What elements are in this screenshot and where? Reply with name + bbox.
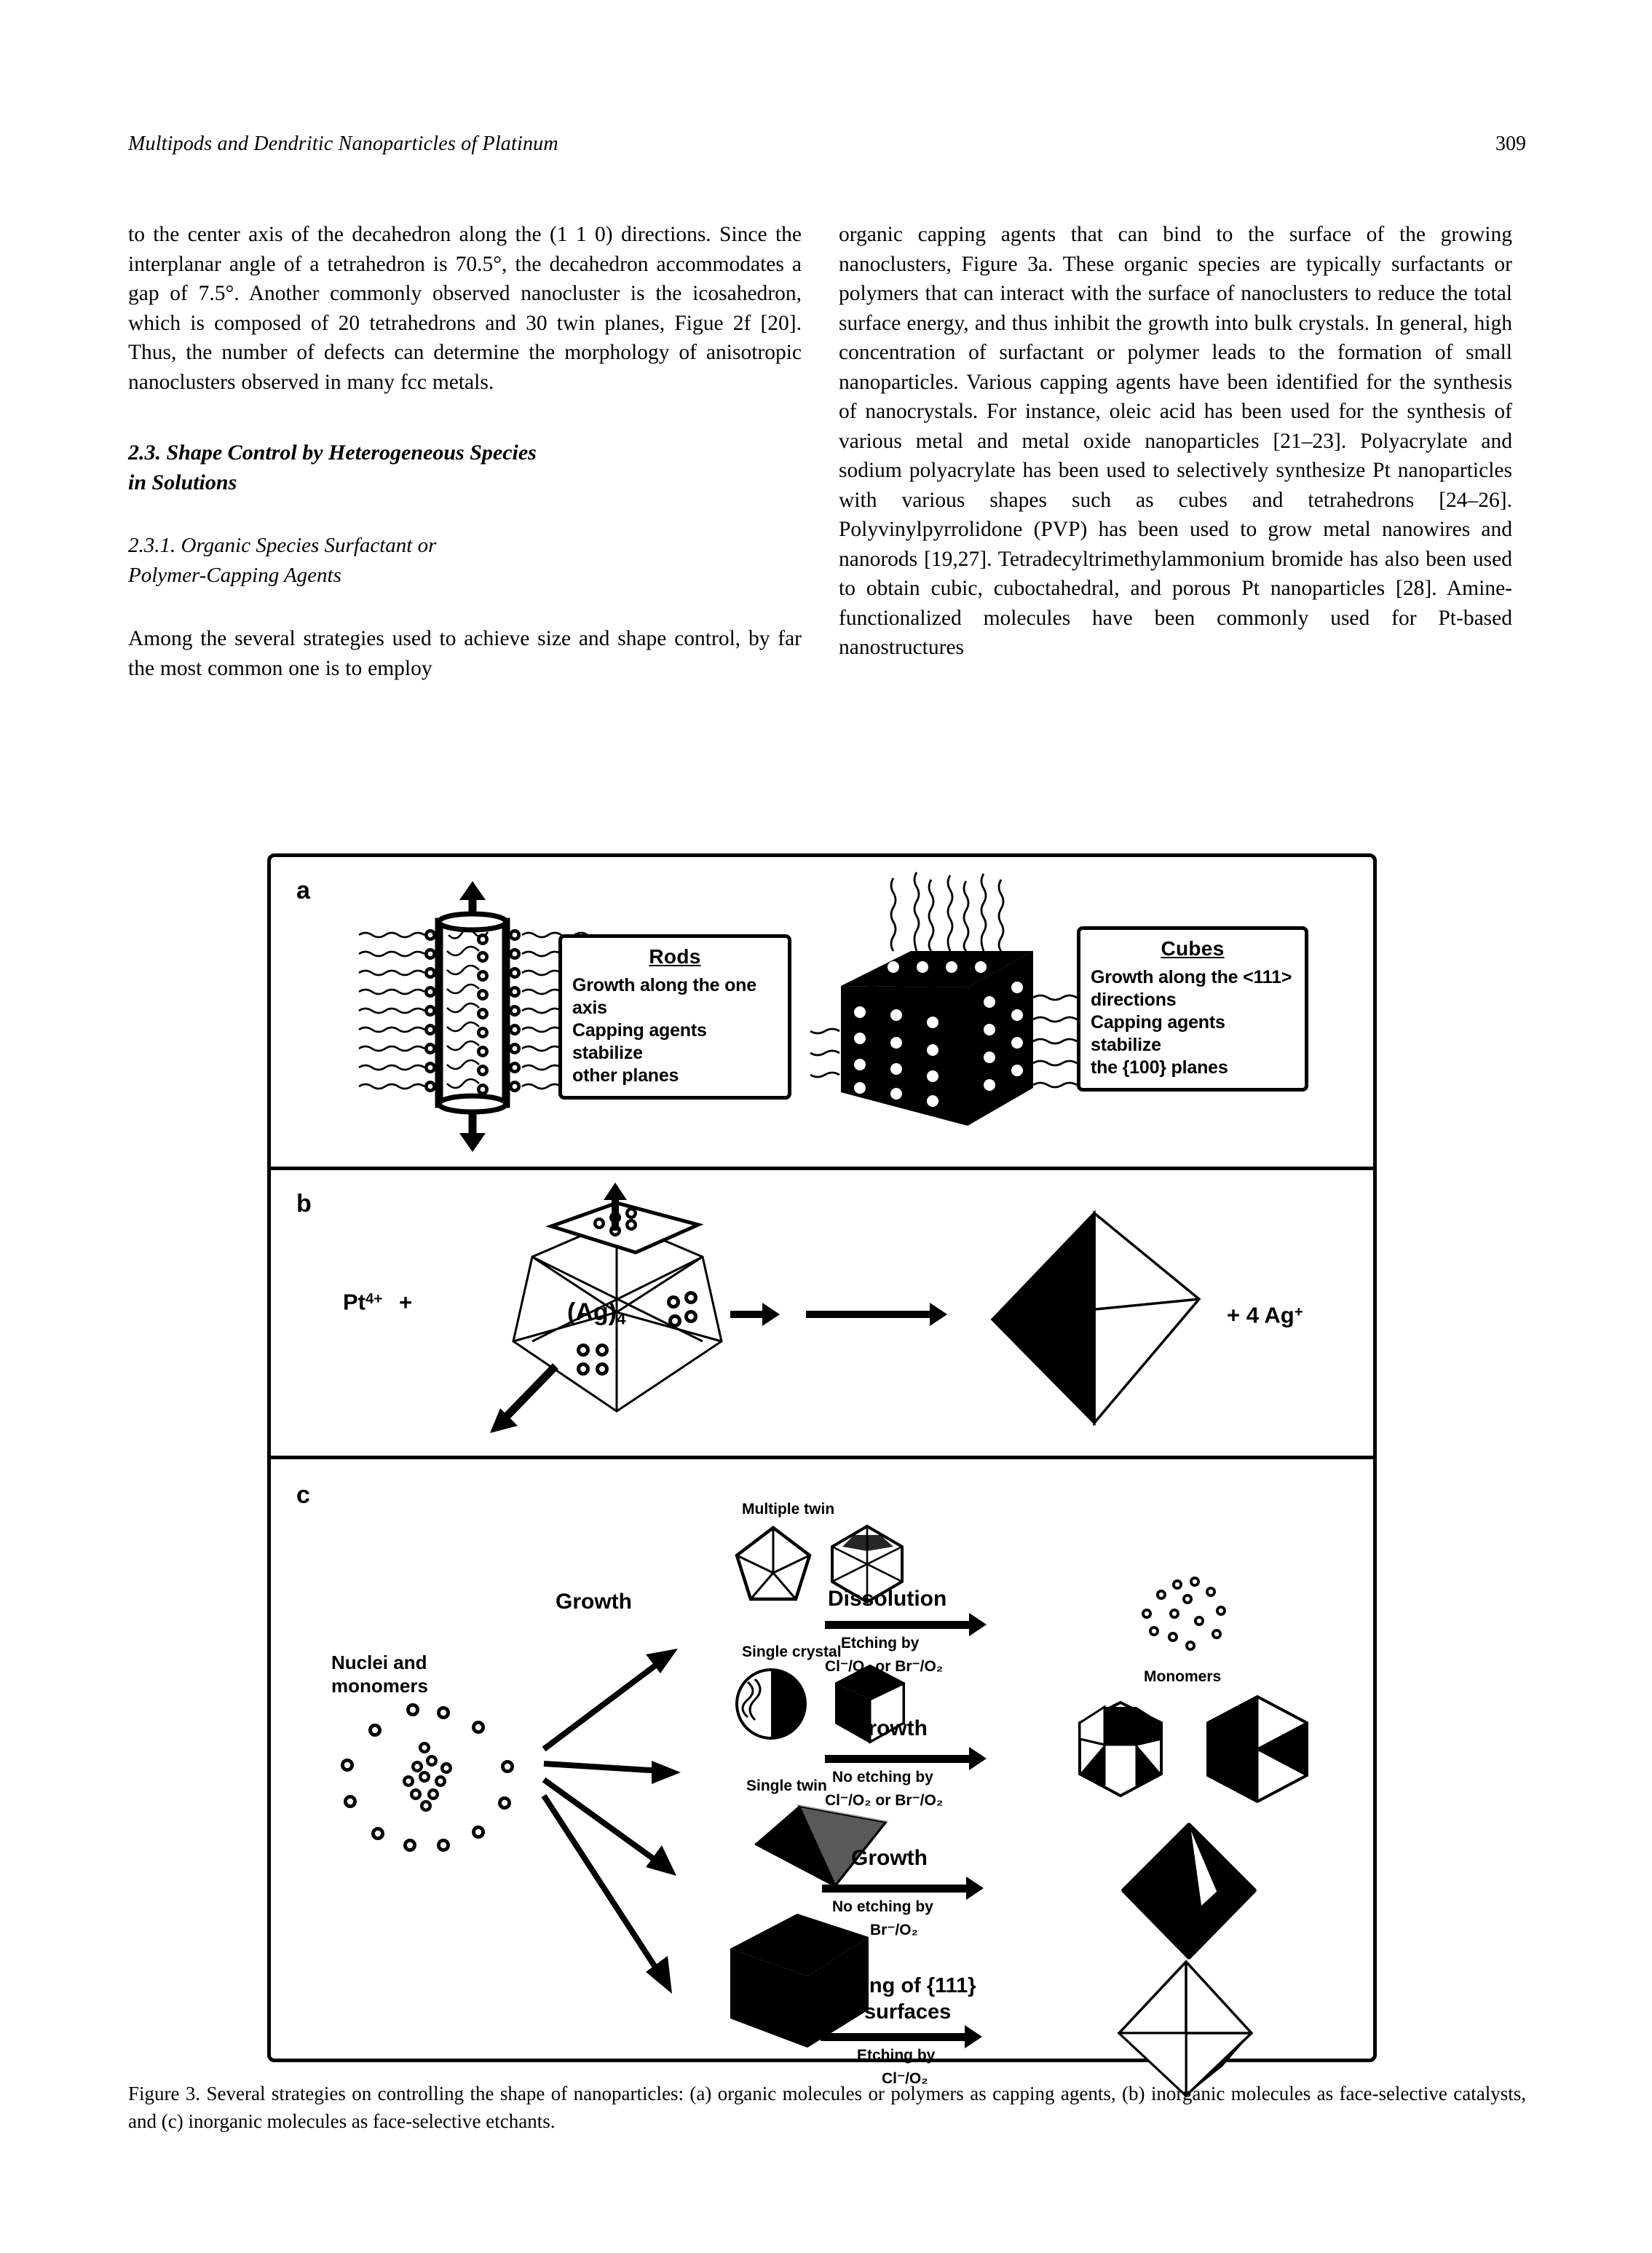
route-2-product-cuboctahedron: [1078, 1700, 1163, 1798]
route-1-above-label: Dissolution: [828, 1587, 947, 1611]
route-2-below-label-line2: Cl⁻/O₂ or Br⁻/O₂: [825, 1792, 944, 1809]
nanocube-illustration: [810, 872, 1078, 1126]
route-1-below-label-line2: Cl⁻/O₂ or Br⁻/O₂: [825, 1658, 944, 1675]
left-text-column: to the center axis of the decahedron alo…: [128, 220, 802, 683]
panel-b-product-charge: +: [1294, 1303, 1303, 1320]
left-paragraph-2: Among the several strategies used to ach…: [128, 627, 802, 680]
route-3-below-label-line1: No etching by: [832, 1898, 933, 1915]
panel-b-reactant-symbol: Pt: [343, 1289, 365, 1315]
panel-c-growth-arrow-label: Growth: [556, 1590, 632, 1614]
route-1-below-label-line1: Etching by: [841, 1635, 920, 1652]
panel-b-down-left-arrow: [490, 1363, 558, 1433]
running-head-title: Multipods and Dendritic Nanoparticles of…: [128, 133, 558, 155]
route-4-above-label-line2: surfaces: [864, 2000, 952, 2024]
route-3-below-label-line2: Br⁻/O₂: [870, 1922, 918, 1938]
figure-3: a Rods Growth along the one axis Capping…: [267, 853, 1377, 2098]
cubes-callout-line-2: directions: [1091, 990, 1177, 1010]
route-4-below-label-line1: Etching by: [857, 2047, 936, 2064]
panel-b-up-arrow: [604, 1183, 627, 1231]
nanorod-illustration: [358, 881, 588, 1152]
rods-callout-line-1: Growth along the one axis: [572, 975, 756, 1018]
panel-divider-a-b: [267, 1167, 1377, 1170]
panel-b-silver-cluster-formula: (Ag): [567, 1298, 617, 1326]
running-head: Multipods and Dendritic Nanoparticles of…: [128, 133, 1526, 162]
panel-c-source-label-line1: Nuclei and: [331, 1652, 427, 1673]
right-paragraph-1: organic capping agents that can bind to …: [839, 223, 1512, 659]
panel-b-product-formula: + 4 Ag: [1227, 1302, 1295, 1328]
panel-b-plus-sign: +: [398, 1289, 413, 1315]
route-3-arrow: [822, 1877, 984, 1900]
cubes-callout-title: Cubes: [1161, 937, 1225, 960]
route-2-below-label-line1: No etching by: [832, 1769, 933, 1786]
single-crystal-sphere-shape: [735, 1668, 807, 1740]
route-2-arrow: [825, 1747, 987, 1770]
panel-c-source-label-line2: monomers: [331, 1675, 428, 1697]
cubes-callout: Cubes Growth along the <111> directions …: [1077, 926, 1308, 1092]
panel-b-reactant-charge: 4+: [365, 1290, 383, 1307]
route-1-product-label: Monomers: [1144, 1668, 1222, 1685]
rods-callout: Rods Growth along the one axis Capping a…: [558, 934, 791, 1100]
section-heading-2-3-line1: 2.3. Shape Control by Heterogeneous Spec…: [128, 441, 537, 465]
branch-title-multiple-twin: Multiple twin: [742, 1501, 835, 1518]
cubes-callout-line-4: the {100} planes: [1091, 1057, 1228, 1078]
route-2-above-label: Growth: [851, 1716, 928, 1740]
tetrahedral-product-illustration: [990, 1210, 1201, 1427]
branch-title-single-twin: Single twin: [746, 1777, 827, 1794]
monomers-product-cloud: [1142, 1577, 1226, 1651]
route-4-arrow: [821, 2025, 982, 2048]
rods-callout-line-3: other planes: [572, 1065, 679, 1086]
panel-a-letter: a: [296, 877, 310, 904]
panel-b-reactant: Pt4+ +: [343, 1286, 412, 1316]
panel-b-product-label: + 4 Ag+: [1227, 1299, 1303, 1329]
route-2-product-octahedron: [1206, 1694, 1308, 1804]
section-heading-2-3-line2: in Solutions: [128, 470, 237, 494]
cubes-callout-line-3: Capping agents stabilize: [1091, 1012, 1225, 1055]
panel-b-main-reaction-arrow: [806, 1303, 947, 1326]
rods-callout-line-2: Capping agents stabilize: [572, 1020, 707, 1063]
right-text-column: organic capping agents that can bind to …: [839, 220, 1512, 663]
page-number: 309: [1495, 133, 1526, 155]
document-page: Multipods and Dendritic Nanoparticles of…: [0, 0, 1652, 2253]
section-heading-2-3-1-line1: 2.3.1. Organic Species Surfactant or: [128, 534, 437, 557]
route-4-above-label-line1: Etching of {111}: [818, 1974, 976, 1997]
section-heading-2-3-1-line2: Polymer-Capping Agents: [128, 564, 341, 587]
rods-callout-title: Rods: [649, 945, 701, 968]
panel-b-right-small-arrow: [730, 1303, 780, 1326]
nuclei-cloud-illustration: [341, 1703, 514, 1852]
route-3-above-label: Growth: [851, 1846, 928, 1870]
panel-b-letter: b: [296, 1190, 312, 1218]
panel-c-letter: c: [296, 1481, 310, 1509]
cubes-callout-line-1: Growth along the <111>: [1091, 967, 1292, 987]
panel-b-silver-cluster-subscript: 4: [616, 1309, 626, 1328]
panel-b-silver-cluster-label: (Ag)4: [567, 1299, 625, 1333]
decahedron-shape: [735, 1526, 812, 1601]
route-3-product-bipyramid: [1121, 1822, 1257, 1960]
figure-caption: Figure 3. Several strategies on controll…: [128, 2083, 1526, 2132]
panel-divider-b-c: [267, 1456, 1377, 1459]
route-1-arrow: [825, 1613, 987, 1636]
left-paragraph-1: to the center axis of the decahedron alo…: [128, 223, 802, 394]
